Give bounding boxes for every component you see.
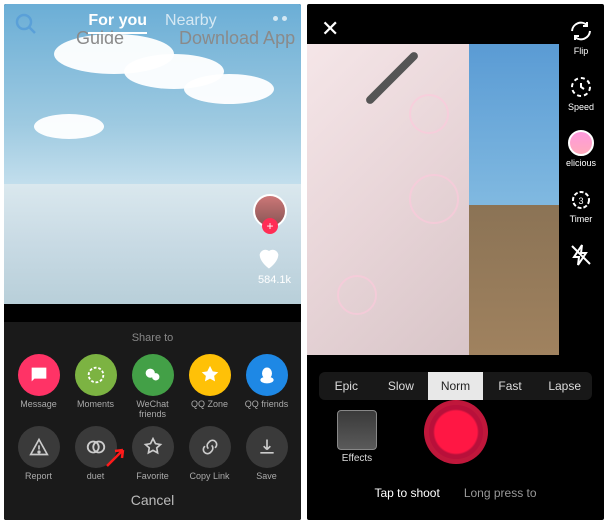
action-report[interactable]: Report	[11, 426, 67, 482]
speed-lapse[interactable]: Lapse	[537, 372, 592, 400]
speed-norm[interactable]: Norm	[428, 372, 483, 400]
share-title: Share to	[10, 332, 295, 344]
original-video	[469, 44, 559, 355]
record-screen: ✕ Flip Speed elicious 3Timer Epic Slow N…	[307, 4, 604, 520]
like-icon[interactable]	[255, 244, 283, 272]
record-controls: Effects Tap to shoot Long press to	[307, 400, 604, 500]
tool-timer[interactable]: 3Timer	[568, 186, 594, 224]
annotation-arrow	[105, 446, 127, 468]
camera-preview	[307, 44, 469, 355]
like-count: 584.1k	[258, 274, 291, 286]
record-modes: Tap to shoot Long press to	[307, 486, 604, 500]
close-icon[interactable]: ✕	[321, 16, 339, 42]
share-qqzone[interactable]: QQ Zone	[182, 354, 238, 420]
mode-tap[interactable]: Tap to shoot	[374, 486, 439, 500]
mode-longpress[interactable]: Long press to	[464, 486, 537, 500]
action-favorite[interactable]: Favorite	[125, 426, 181, 482]
svg-text:3: 3	[578, 196, 583, 206]
tool-flash[interactable]	[568, 242, 594, 270]
tool-flip[interactable]: Flip	[568, 18, 594, 56]
follow-plus-icon[interactable]: +	[262, 218, 278, 234]
top-tabs: For you Nearby	[4, 12, 301, 34]
action-copylink[interactable]: Copy Link	[182, 426, 238, 482]
speed-epic[interactable]: Epic	[319, 372, 374, 400]
share-sheet: Share to Message Moments WeChat friends …	[4, 322, 301, 520]
effects-button[interactable]: Effects	[337, 410, 377, 464]
tab-foryou[interactable]: For you	[88, 12, 147, 34]
cancel-button[interactable]: Cancel	[10, 492, 295, 508]
profile-avatar[interactable]: +	[253, 194, 287, 228]
share-screen: For you Nearby Guide Download App + 584.…	[4, 4, 301, 520]
tool-speed[interactable]: Speed	[568, 74, 594, 112]
right-toolbar: Flip Speed elicious 3Timer	[566, 18, 596, 270]
tool-beauty[interactable]: elicious	[566, 130, 596, 168]
share-qqfriends[interactable]: QQ friends	[239, 354, 295, 420]
action-save[interactable]: Save	[239, 426, 295, 482]
more-icon[interactable]	[273, 16, 287, 21]
record-button[interactable]	[424, 400, 488, 464]
share-message[interactable]: Message	[11, 354, 67, 420]
share-row-actions: Report duet Favorite Copy Link Save	[10, 426, 295, 482]
share-row-social: Message Moments WeChat friends QQ Zone Q…	[10, 354, 295, 420]
speed-slow[interactable]: Slow	[374, 372, 429, 400]
speed-fast[interactable]: Fast	[483, 372, 538, 400]
tab-nearby[interactable]: Nearby	[165, 12, 217, 34]
share-wechat-friends[interactable]: WeChat friends	[125, 354, 181, 420]
duet-preview	[307, 44, 559, 355]
effects-icon	[337, 410, 377, 450]
share-moments[interactable]: Moments	[68, 354, 124, 420]
speed-selector: Epic Slow Norm Fast Lapse	[319, 372, 592, 400]
